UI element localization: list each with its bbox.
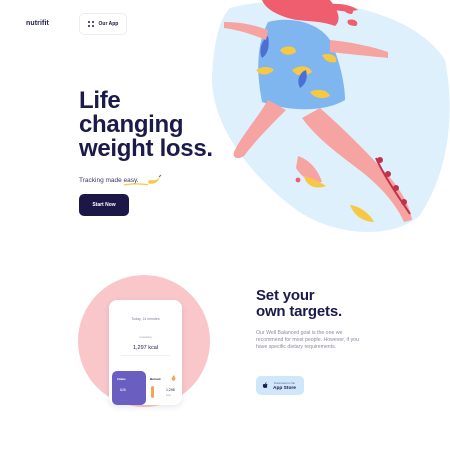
headline-line: Life [79, 87, 121, 114]
intake-value: 626 [120, 388, 126, 392]
headline-line: changing [79, 111, 184, 138]
targets-line: Set your [256, 287, 315, 304]
our-app-button[interactable]: Our App [79, 13, 127, 35]
targets-line: own targets. [256, 303, 342, 320]
grid-dots-icon [88, 21, 94, 27]
burned-card: Burned 1,298 kcal [146, 371, 180, 405]
app-store-label: App Store [273, 385, 296, 391]
tagline-underline [123, 183, 149, 186]
burned-title: Burned [150, 377, 161, 381]
brand-logo[interactable]: nutrifit [26, 20, 49, 27]
burned-unit: kcal [166, 394, 171, 397]
tagline: Tracking made easy. [79, 174, 162, 186]
intake-card: Intake 626 [112, 371, 146, 405]
burned-bar [151, 386, 154, 398]
phone-remaining: remaining [139, 335, 152, 339]
targets-title: Set your own targets. [256, 288, 342, 320]
our-app-label: Our App [98, 21, 119, 27]
headline-line: weight loss. [79, 135, 213, 162]
targets-description: Our Well Balanced goal is the one we rec… [256, 330, 359, 351]
phone-date: Today, 14 minutes [131, 317, 160, 321]
intake-title: Intake [117, 377, 126, 381]
phone-kcal: 1,297 kcal [132, 345, 159, 351]
burned-value: 1,298 [166, 388, 175, 392]
hero-blob [211, 0, 450, 232]
app-store-button[interactable]: Download on the App Store [256, 376, 304, 395]
phone-divider [121, 355, 170, 356]
flame-icon [171, 375, 176, 381]
apple-icon [262, 382, 268, 389]
start-now-button[interactable]: Start Now [79, 194, 129, 216]
hero-headline: Life changing weight loss. [79, 89, 239, 161]
